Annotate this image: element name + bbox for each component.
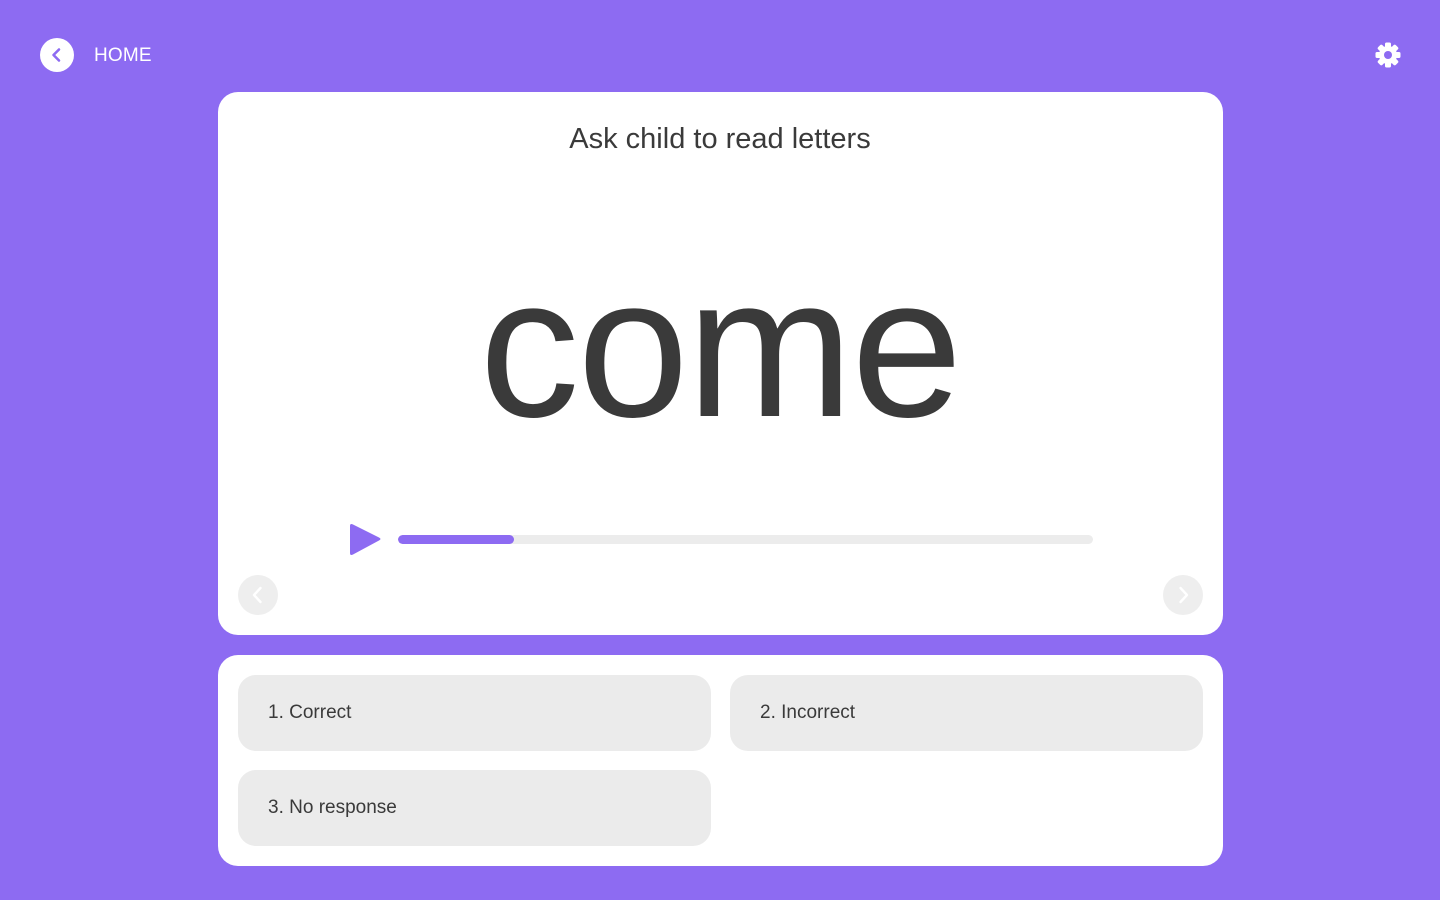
- play-icon: [350, 524, 381, 555]
- back-button[interactable]: [40, 38, 74, 72]
- answer-no-response-button[interactable]: 3. No response: [238, 770, 711, 846]
- target-word: come: [479, 236, 962, 459]
- settings-button[interactable]: [1374, 41, 1402, 69]
- home-link[interactable]: HOME: [94, 45, 152, 67]
- gear-icon: [1375, 42, 1401, 68]
- chevron-right-icon: [1179, 586, 1189, 604]
- answer-label: 3. No response: [268, 797, 397, 818]
- previous-button[interactable]: [238, 575, 278, 615]
- chevron-left-icon: [252, 586, 262, 604]
- play-button[interactable]: [346, 521, 384, 559]
- answer-incorrect-button[interactable]: 2. Incorrect: [730, 675, 1203, 751]
- next-button[interactable]: [1163, 575, 1203, 615]
- answer-label: 2. Incorrect: [760, 702, 856, 723]
- instruction-text: Ask child to read letters: [569, 123, 871, 155]
- answer-label: 1. Correct: [268, 702, 352, 723]
- audio-progress-bar[interactable]: [398, 535, 1093, 544]
- app-screen: HOME Ask child to read letters come 1. C…: [0, 0, 1440, 900]
- audio-progress-fill: [398, 535, 515, 544]
- chevron-left-icon: [52, 48, 61, 62]
- answer-correct-button[interactable]: 1. Correct: [238, 675, 711, 751]
